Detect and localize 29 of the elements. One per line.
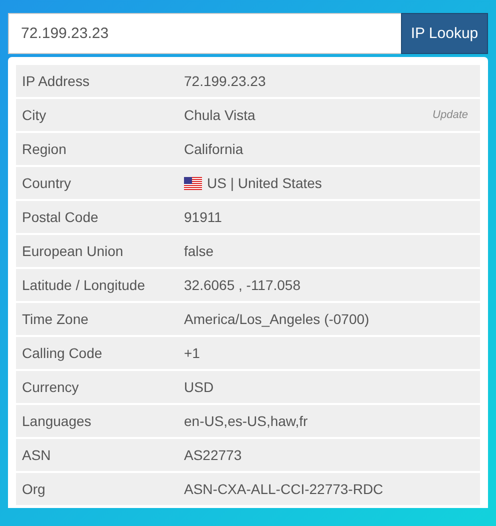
label-text: Time Zone: [22, 311, 90, 327]
label-text: City: [22, 107, 48, 123]
ip-input-field[interactable]: 72.199.23.23: [8, 13, 401, 54]
value-text: US | United States: [207, 175, 322, 191]
label-text: Calling Code: [22, 345, 104, 361]
value-text: 91911: [184, 209, 222, 225]
value-text: ASN-CXA-ALL-CCI-22773-RDC: [184, 481, 384, 497]
label-text: Currency: [22, 379, 80, 395]
label-text: Region: [22, 141, 68, 157]
label-text: Country: [22, 175, 72, 191]
label-text: European Union: [22, 243, 124, 259]
value-text: America/Los_Angeles (-0700): [184, 311, 370, 327]
flag-icon: [184, 176, 202, 190]
label-text: Latitude / Longitude: [22, 277, 146, 293]
value-text: en-US,es-US,haw,fr: [184, 413, 308, 429]
label-text: Org: [22, 481, 46, 497]
label-text: Postal Code: [22, 209, 100, 225]
value-text: California: [184, 141, 244, 157]
label-text: IP Address: [22, 73, 90, 89]
value-text: 32.6065 , -117.058: [184, 277, 301, 293]
value-text: +1: [184, 345, 200, 361]
value-text: 72.199.23.23: [184, 73, 266, 89]
lookup-button[interactable]: IP Lookup: [401, 13, 488, 54]
label-text: Languages: [22, 413, 92, 429]
value-text: USD: [184, 379, 214, 395]
label-text: ASN: [22, 447, 52, 463]
value-text: Chula Vista: [184, 107, 256, 123]
value-text: AS22773: [184, 447, 242, 463]
value-text: false: [184, 243, 214, 259]
